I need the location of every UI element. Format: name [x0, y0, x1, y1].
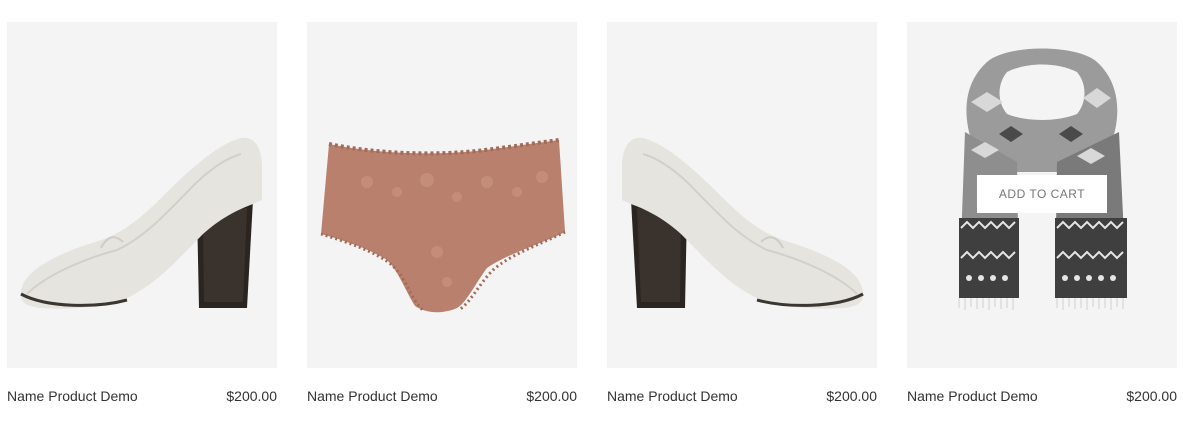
product-meta: Name Product Demo $200.00	[907, 387, 1177, 405]
product-name[interactable]: Name Product Demo	[307, 388, 438, 404]
product-meta: Name Product Demo $200.00	[607, 387, 877, 405]
product-card[interactable]: Name Product Demo $200.00	[607, 22, 877, 405]
product-meta: Name Product Demo $200.00	[7, 387, 277, 405]
product-image-link[interactable]	[7, 22, 277, 368]
product-card[interactable]: Name Product Demo $200.00	[7, 22, 277, 405]
product-price: $200.00	[526, 388, 577, 404]
lace-underwear-image	[320, 138, 566, 313]
product-name[interactable]: Name Product Demo	[7, 388, 138, 404]
product-card[interactable]: Name Product Demo $200.00	[307, 22, 577, 405]
product-price: $200.00	[826, 388, 877, 404]
product-name[interactable]: Name Product Demo	[907, 388, 1038, 404]
add-to-cart-button[interactable]: ADD TO CART	[977, 175, 1107, 213]
product-image-link[interactable]: ADD TO CART	[907, 22, 1177, 368]
product-image-link[interactable]	[607, 22, 877, 368]
product-card[interactable]: ADD TO CART Name Product Demo $200.00	[907, 22, 1177, 405]
product-name[interactable]: Name Product Demo	[607, 388, 738, 404]
white-heel-shoe-image	[621, 137, 864, 309]
product-price: $200.00	[1126, 388, 1177, 404]
product-grid: Name Product Demo $200.00 Name Product D…	[0, 0, 1183, 439]
product-meta: Name Product Demo $200.00	[307, 387, 577, 405]
white-heel-shoe-image	[20, 137, 263, 309]
product-image-link[interactable]	[307, 22, 577, 368]
product-price: $200.00	[226, 388, 277, 404]
